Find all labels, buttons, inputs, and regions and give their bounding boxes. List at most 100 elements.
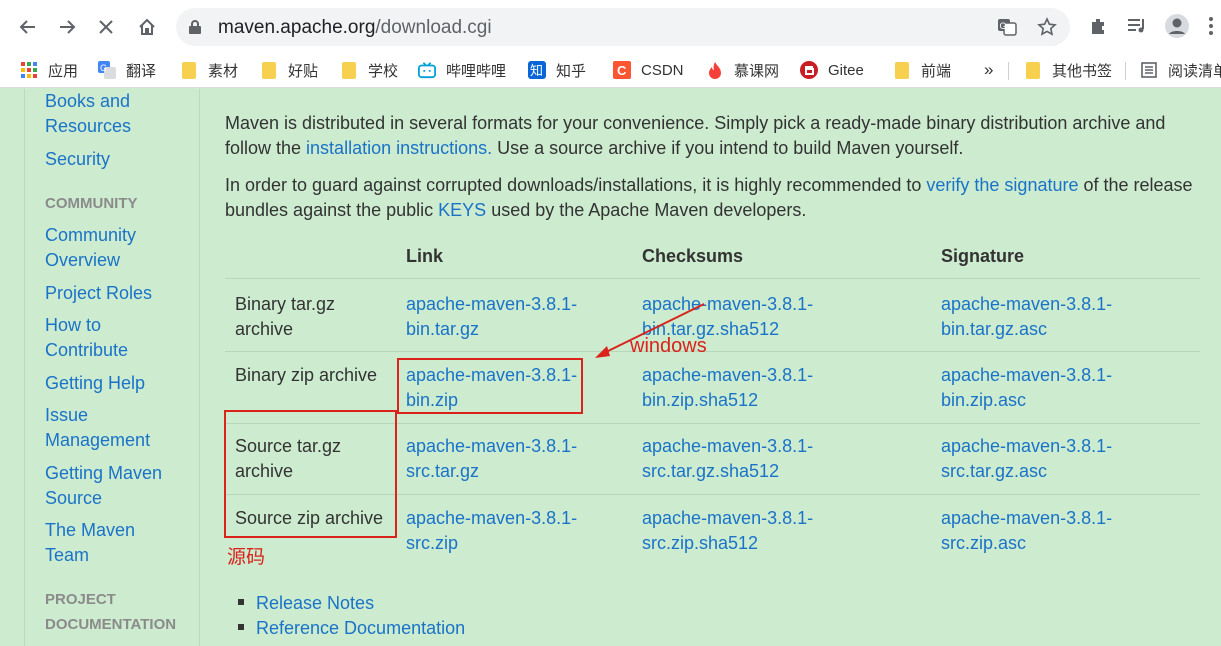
sidebar-item-how-to-contribute[interactable]: How to Contribute: [45, 313, 165, 363]
bookmark-label: 其他书签: [1052, 62, 1113, 80]
home-icon[interactable]: [130, 10, 164, 44]
signature-link[interactable]: apache-maven-3.8.1-bin.tar.gz.asc: [941, 292, 1121, 342]
svg-text:G: G: [1000, 21, 1007, 31]
bullet-icon: [238, 624, 244, 631]
sidebar-item-getting-help[interactable]: Getting Help: [45, 371, 195, 396]
reference-documentation-link[interactable]: Reference Documentation: [256, 618, 465, 638]
intro-text: Use a source archive if you intend to bu…: [492, 138, 964, 158]
verify-signature-link[interactable]: verify the signature: [926, 175, 1078, 195]
annotation-windows-label: windows: [630, 335, 707, 357]
google-translate-icon: G: [98, 61, 116, 79]
url-host: maven.apache.org: [218, 17, 376, 38]
sidebar-item-getting-maven-source[interactable]: Getting Maven Source: [45, 461, 195, 511]
browser-toolbar: maven.apache.org/download.cgi G: [0, 0, 1221, 52]
intro-text: used by the Apache Maven developers.: [486, 200, 807, 220]
folder-icon: [340, 61, 358, 79]
signature-link[interactable]: apache-maven-3.8.1-src.zip.asc: [941, 506, 1121, 556]
bookmark-label: CSDN: [641, 61, 684, 79]
annotation-source-label: 源码: [227, 547, 266, 568]
bookmark-bilibili[interactable]: 哔哩哔哩: [418, 59, 506, 81]
url-text[interactable]: maven.apache.org/download.cgi: [218, 17, 492, 39]
translate-icon[interactable]: G: [996, 16, 1018, 38]
column-header-link: Link: [406, 246, 444, 266]
sidebar-nav: Books and Resources Security COMMUNITY C…: [24, 89, 200, 646]
bookmark-label: 知乎: [556, 62, 587, 80]
annotation-box-source: [224, 410, 397, 538]
table-row-divider: [225, 351, 1200, 352]
bookmark-label: 素材: [208, 62, 239, 80]
svg-text:知: 知: [530, 63, 543, 79]
menu-kebab-icon[interactable]: [1204, 13, 1218, 39]
bookmark-apps[interactable]: 应用: [20, 59, 78, 81]
gitee-icon: [800, 61, 818, 79]
row-name: Binary zip archive: [235, 365, 378, 385]
sidebar-heading-project-documentation: PROJECT DOCUMENTATION: [45, 591, 177, 633]
download-link[interactable]: apache-maven-3.8.1-src.zip: [406, 506, 582, 556]
folder-icon: [180, 61, 198, 79]
bookmark-zhihu[interactable]: 知 知乎: [528, 59, 586, 81]
row-name: Binary tar.gz archive: [235, 294, 336, 339]
signature-link[interactable]: apache-maven-3.8.1-bin.zip.asc: [941, 363, 1121, 413]
bookmark-label: 应用: [48, 62, 79, 80]
bookmark-label: 慕课网: [734, 62, 780, 80]
download-link[interactable]: apache-maven-3.8.1-src.tar.gz: [406, 434, 582, 484]
bookmark-gitee[interactable]: Gitee: [800, 59, 864, 81]
folder-icon: [260, 61, 278, 79]
checksum-link[interactable]: apache-maven-3.8.1-bin.zip.sha512: [642, 363, 822, 413]
bookmark-imooc[interactable]: 慕课网: [706, 59, 779, 81]
column-header-checksums: Checksums: [642, 246, 744, 266]
svg-text:G: G: [100, 63, 107, 73]
profile-avatar-icon[interactable]: [1164, 13, 1190, 39]
table-row-divider: [225, 278, 1200, 279]
bookmark-folder-qianduan[interactable]: 前端: [893, 59, 951, 81]
bilibili-icon: [418, 61, 436, 79]
bookmark-translate[interactable]: G 翻译: [98, 59, 156, 81]
checksum-link[interactable]: apache-maven-3.8.1-src.zip.sha512: [642, 506, 822, 556]
checksum-link[interactable]: apache-maven-3.8.1-src.tar.gz.sha512: [642, 434, 822, 484]
sidebar-item-security[interactable]: Security: [45, 147, 195, 172]
bullet-icon: [238, 599, 244, 606]
bookmark-csdn[interactable]: C CSDN: [613, 59, 684, 81]
bookmark-label: 前端: [921, 62, 952, 80]
extensions-icon[interactable]: [1085, 13, 1111, 39]
apps-grid-icon: [20, 61, 38, 79]
stop-loading-icon[interactable]: [89, 10, 123, 44]
lock-icon[interactable]: [188, 19, 202, 40]
sidebar-item-community-overview[interactable]: Community Overview: [45, 223, 195, 273]
csdn-icon: C: [613, 61, 631, 79]
sidebar-item-the-maven-team[interactable]: The Maven Team: [45, 518, 155, 568]
bookmark-folder-other[interactable]: 其他书签: [1024, 59, 1112, 81]
bookmark-folder-sucai[interactable]: 素材: [180, 59, 238, 81]
release-notes-link[interactable]: Release Notes: [256, 593, 374, 613]
bookmark-folder-xuexiao[interactable]: 学校: [340, 59, 398, 81]
bookmark-label: 学校: [368, 62, 399, 80]
annotation-box-binary-zip: [397, 358, 583, 414]
sidebar-item-books-and-resources[interactable]: Books and Resources: [45, 89, 195, 139]
media-control-icon[interactable]: [1124, 13, 1150, 39]
forward-icon[interactable]: [50, 10, 84, 44]
bookmark-star-icon[interactable]: [1036, 16, 1058, 38]
intro-paragraph-1: Maven is distributed in several formats …: [225, 111, 1200, 161]
download-link[interactable]: apache-maven-3.8.1-bin.tar.gz: [406, 292, 582, 342]
sidebar-item-issue-management[interactable]: Issue Management: [45, 403, 165, 453]
bookmark-label: 阅读清单: [1168, 62, 1221, 80]
sidebar-item-project-roles[interactable]: Project Roles: [45, 281, 195, 306]
bookmarks-overflow-chevron[interactable]: »: [984, 59, 993, 81]
list-item: Release Notes: [238, 593, 374, 614]
installation-instructions-link[interactable]: installation instructions.: [306, 138, 492, 158]
bookmarks-divider: [1125, 62, 1126, 80]
bookmark-label: 好贴: [288, 62, 319, 80]
zhihu-icon: 知: [528, 61, 546, 79]
url-path: /download.cgi: [375, 17, 492, 38]
back-icon[interactable]: [11, 10, 45, 44]
sidebar-heading-community: COMMUNITY: [45, 195, 138, 212]
bookmark-folder-haotie[interactable]: 好贴: [260, 59, 318, 81]
signature-link[interactable]: apache-maven-3.8.1-src.tar.gz.asc: [941, 434, 1121, 484]
reading-list-icon: [1140, 61, 1158, 79]
column-header-signature: Signature: [941, 246, 1025, 266]
intro-paragraph-2: In order to guard against corrupted down…: [225, 173, 1200, 223]
intro-text: In order to guard against corrupted down…: [225, 175, 927, 195]
bookmark-reading-list[interactable]: 阅读清单: [1140, 59, 1221, 81]
address-bar[interactable]: maven.apache.org/download.cgi G: [176, 8, 1070, 46]
keys-link[interactable]: KEYS: [438, 200, 486, 220]
